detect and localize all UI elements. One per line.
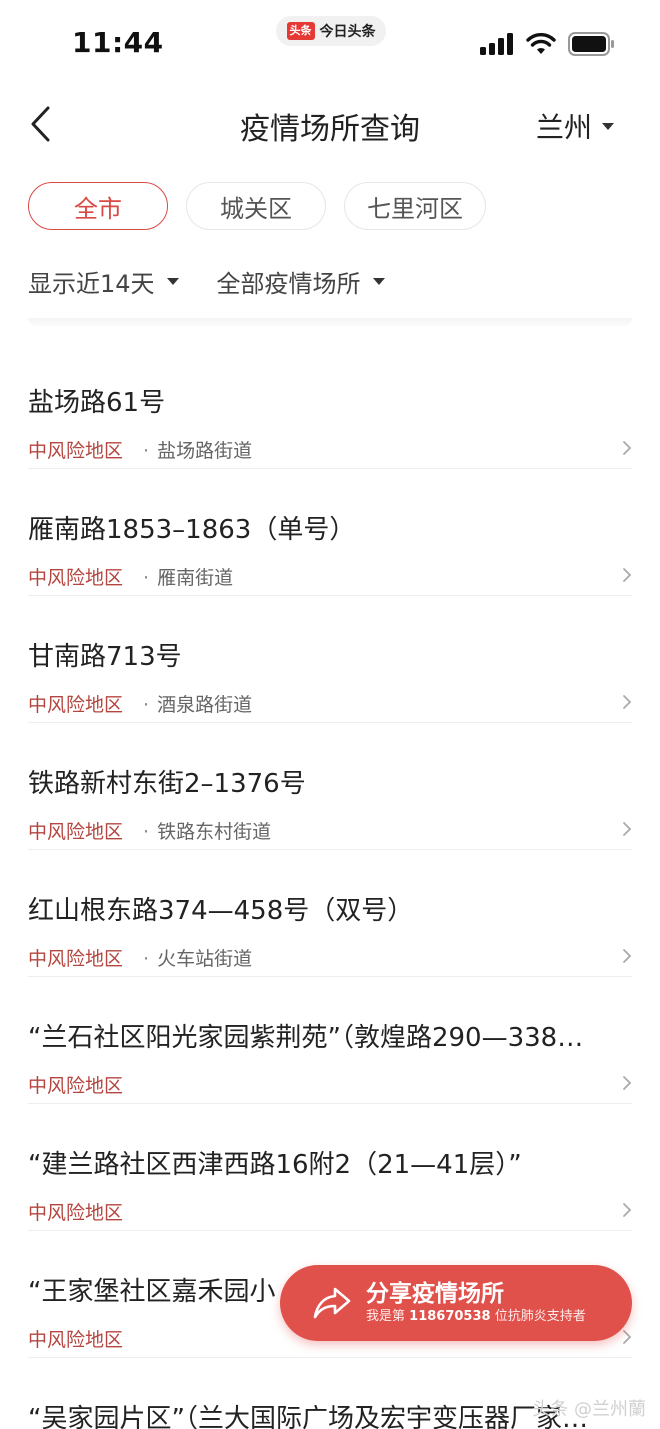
wifi-icon (526, 33, 556, 54)
item-meta: 中风险地区 酒泉路街道 (28, 690, 252, 717)
item-title: “吴家园片区”（兰大国际广场及宏宇变压器厂家… (28, 1404, 588, 1429)
battery-icon (568, 32, 614, 56)
street-name: 酒泉路街道 (143, 690, 252, 717)
chevron-right-icon (623, 1330, 632, 1344)
watermark: 头条 @兰州蘭 (532, 1399, 646, 1420)
street-name: 雁南街道 (143, 563, 233, 590)
status-time: 11:44 (72, 26, 164, 59)
item-meta: 中风险地区 (28, 1198, 123, 1225)
chevron-right-icon (623, 822, 632, 836)
place-type-filter-label: 全部疫情场所 (216, 270, 361, 298)
list-item[interactable]: “建兰路社区西津西路16附2（21—41层）” 中风险地区 (28, 1104, 632, 1231)
caret-down-icon (166, 278, 179, 285)
item-meta: 中风险地区 火车站街道 (28, 944, 252, 971)
risk-level: 中风险地区 (28, 948, 124, 970)
street-name: 铁路东村街道 (143, 817, 271, 844)
share-sub-suffix: 位抗肺炎支持者 (494, 1309, 586, 1324)
list-item[interactable]: 铁路新村东街2–1376号 中风险地区 铁路东村街道 (28, 723, 632, 850)
chevron-right-icon (623, 1203, 632, 1217)
share-supporter-line: 我是第 118670538 位抗肺炎支持者 (366, 1308, 586, 1326)
item-title: 甘南路713号 (28, 642, 182, 672)
risk-level: 中风险地区 (28, 694, 124, 716)
supporter-number: 118670538 (409, 1309, 491, 1324)
chevron-right-icon (623, 441, 632, 455)
item-meta: 中风险地区 雁南街道 (28, 563, 233, 590)
toutiao-logo: 头条 (286, 22, 315, 40)
risk-level: 中风险地区 (28, 440, 124, 462)
chevron-right-icon (623, 568, 632, 582)
city-selector[interactable]: 兰州 (536, 106, 614, 146)
list-item[interactable]: “兰石社区阳光家园紫荆苑”（敦煌路290—338… 中风险地区 (28, 977, 632, 1104)
status-icons (480, 32, 616, 56)
risk-level: 中风险地区 (28, 1329, 124, 1351)
source-app-name: 今日头条 (319, 24, 376, 40)
item-title: 雁南路1853–1863（单号） (28, 515, 356, 545)
signal-icon (480, 33, 513, 55)
street-name: 火车站街道 (143, 944, 252, 971)
caret-down-icon (372, 278, 385, 285)
risk-level: 中风险地区 (28, 1202, 124, 1224)
share-text: 分享疫情场所 我是第 118670538 位抗肺炎支持者 (366, 1280, 586, 1326)
risk-level: 中风险地区 (28, 567, 124, 589)
street-name: 盐场路街道 (143, 436, 252, 463)
list-item[interactable]: 红山根东路374—458号（双号） 中风险地区 火车站街道 (28, 850, 632, 977)
item-meta: 中风险地区 铁路东村街道 (28, 817, 271, 844)
caret-down-icon (602, 122, 614, 130)
source-app-pill[interactable]: 头条 今日头条 (276, 16, 386, 46)
item-title: 铁路新村东街2–1376号 (28, 769, 306, 799)
share-title: 分享疫情场所 (366, 1281, 504, 1307)
share-arrow-icon (313, 1287, 351, 1319)
item-meta: 中风险地区 盐场路街道 (28, 436, 252, 463)
list-item[interactable]: 雁南路1853–1863（单号） 中风险地区 雁南街道 (28, 469, 632, 596)
item-meta: 中风险地区 (28, 1325, 123, 1352)
list-item[interactable]: 甘南路713号 中风险地区 酒泉路街道 (28, 596, 632, 723)
item-title: 红山根东路374—458号（双号） (28, 896, 414, 926)
list-item[interactable]: 盐场路61号 中风险地区 盐场路街道 (28, 342, 632, 469)
item-title: “兰石社区阳光家园紫荆苑”（敦煌路290—338… (28, 1023, 584, 1053)
filter-divider (28, 318, 632, 326)
district-chip-all[interactable]: 全市 (28, 182, 168, 230)
district-chip-qilihe[interactable]: 七里河区 (344, 182, 486, 230)
filter-bar: 显示近14天 全部疫情场所 (28, 264, 385, 299)
chevron-right-icon (623, 949, 632, 963)
city-label: 兰州 (535, 111, 592, 144)
place-type-filter[interactable]: 全部疫情场所 (217, 264, 385, 299)
item-title: “建兰路社区西津西路16附2（21—41层）” (28, 1150, 522, 1180)
share-places-button[interactable]: 分享疫情场所 我是第 118670538 位抗肺炎支持者 (280, 1265, 632, 1341)
chevron-right-icon (623, 1076, 632, 1090)
district-chip-chengguan[interactable]: 城关区 (186, 182, 326, 230)
days-filter[interactable]: 显示近14天 (28, 264, 179, 299)
days-filter-label: 显示近14天 (28, 270, 155, 298)
item-meta: 中风险地区 (28, 1071, 123, 1098)
item-title: 盐场路61号 (28, 388, 166, 418)
chevron-right-icon (623, 695, 632, 709)
share-sub-prefix: 我是第 (366, 1309, 406, 1324)
nav-header: 疫情场所查询 兰州 (0, 90, 660, 160)
risk-level: 中风险地区 (28, 821, 124, 843)
risk-level: 中风险地区 (28, 1075, 124, 1097)
district-tabs: 全市 城关区 七里河区 (28, 182, 486, 230)
status-bar: 11:44 头条 今日头条 (0, 0, 660, 80)
